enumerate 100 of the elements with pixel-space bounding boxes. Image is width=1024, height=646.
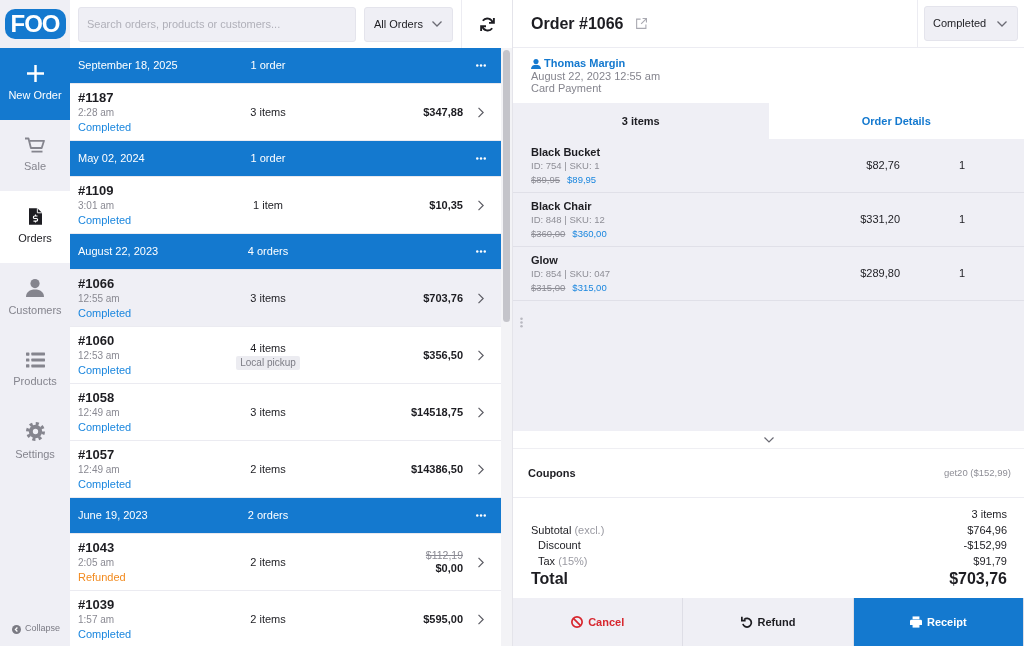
summary-label: Tax xyxy=(538,553,556,569)
order-status: Completed xyxy=(78,306,132,320)
payment-method: Card Payment xyxy=(531,82,602,94)
order-total: $356,50 xyxy=(423,348,463,362)
group-date: August 22, 2023 xyxy=(78,244,160,260)
chevron-right-icon xyxy=(478,349,484,361)
regular-price: $315,00 xyxy=(531,280,566,295)
chevron-right-icon xyxy=(478,613,484,625)
quantity: 1 xyxy=(957,158,967,174)
chevron-right-icon xyxy=(478,463,484,475)
customer-link[interactable]: Thomas Margin xyxy=(544,57,626,70)
order-title: Order #1066 xyxy=(530,13,624,34)
original-total: $112,19 xyxy=(425,549,463,561)
order-row[interactable]: #1039 1:57 am Completed 2 items $595,00 xyxy=(70,591,501,646)
line-total: $82,76 xyxy=(866,158,900,174)
coupons-label: Coupons xyxy=(528,465,576,481)
filter-dropdown[interactable]: All Orders xyxy=(364,6,453,42)
action-button[interactable]: Receipt xyxy=(853,598,1024,646)
order-time: 12:53 am xyxy=(78,349,120,363)
chevron-left-circle-icon xyxy=(12,624,21,634)
item-count: 3 items xyxy=(250,291,286,305)
order-row[interactable]: #1187 2:28 am Completed 3 items $347,88 xyxy=(70,84,501,141)
product-name: Glow xyxy=(531,252,558,267)
summary-note: (excl.) xyxy=(574,522,605,538)
order-time: 12:49 am xyxy=(78,463,120,477)
undo-icon xyxy=(740,616,753,628)
group-date: September 18, 2025 xyxy=(78,58,179,74)
quantity: 1 xyxy=(957,266,967,282)
group-order-count: 2 orders xyxy=(246,508,290,524)
summary-value: $91,79 xyxy=(973,553,1007,569)
chevron-right-icon xyxy=(478,199,484,211)
app-logo: FOO xyxy=(4,9,66,39)
drag-handle-icon[interactable] xyxy=(520,317,523,328)
group-order-count: 1 order xyxy=(249,151,287,167)
order-status: Completed xyxy=(78,363,132,377)
chevron-right-icon xyxy=(478,106,484,118)
cart-icon xyxy=(25,137,45,154)
more-icon[interactable] xyxy=(476,64,486,67)
search-field[interactable]: Search orders, products or customers... xyxy=(78,6,356,42)
printer-icon xyxy=(909,616,922,628)
collapse-button[interactable]: Collapse xyxy=(0,614,70,644)
order-row[interactable]: #1109 3:01 am Completed 1 item $10,35 xyxy=(70,177,501,234)
sidebar-button[interactable]: Orders xyxy=(0,191,70,263)
sidebar-button[interactable]: New Order xyxy=(0,48,70,120)
order-number: #1060 xyxy=(78,333,115,349)
item-count: 3 items xyxy=(250,105,286,119)
order-time: 1:57 am xyxy=(78,613,115,627)
external-link-icon[interactable] xyxy=(635,18,647,29)
order-row[interactable]: #1058 12:49 am Completed 3 items $14518,75 xyxy=(70,384,501,441)
item-count: 1 item xyxy=(253,198,283,212)
refresh-icon[interactable] xyxy=(479,16,495,32)
item-count: 2 items xyxy=(250,612,286,626)
summary-value: -$152,99 xyxy=(963,538,1007,553)
panel-tab[interactable]: 3 items xyxy=(513,103,769,139)
order-total: $14518,75 xyxy=(411,405,463,419)
product-name: Black Bucket xyxy=(531,144,601,159)
product-meta: ID: 754 | SKU: 1 xyxy=(531,158,600,173)
order-time: 2:28 am xyxy=(78,106,115,120)
product-meta: ID: 854 | SKU: 047 xyxy=(531,266,611,281)
order-number: #1043 xyxy=(78,540,115,556)
dollar-document-icon xyxy=(28,208,42,226)
order-total: $10,35 xyxy=(429,198,463,212)
action-button[interactable]: Refund xyxy=(683,598,854,646)
order-row[interactable]: #1066 12:55 am Completed 3 items $703,76 xyxy=(70,270,501,327)
order-row[interactable]: #1043 2:05 am Refunded 2 items $112,19 $0,00 xyxy=(70,534,501,591)
sale-price: $89,95 xyxy=(567,172,597,187)
chevron-down-icon[interactable] xyxy=(763,436,774,443)
status-dropdown[interactable]: Completed xyxy=(924,6,1018,41)
order-status: Completed xyxy=(78,120,132,134)
settings-icon xyxy=(25,421,45,441)
order-row[interactable]: #1060 12:53 am Completed 4 items Local pickup $356,50 xyxy=(70,327,501,384)
order-total: $0,00 xyxy=(435,561,463,575)
order-status: Refunded xyxy=(78,570,126,584)
group-date: June 19, 2023 xyxy=(78,508,149,524)
group-order-count: 4 orders xyxy=(246,244,290,260)
order-number: #1058 xyxy=(78,390,115,406)
more-icon[interactable] xyxy=(476,514,486,517)
scrollbar-thumb[interactable] xyxy=(503,50,510,322)
order-number: #1109 xyxy=(78,183,114,199)
chevron-right-icon xyxy=(478,556,484,568)
order-total: $347,88 xyxy=(423,105,463,119)
group-order-count: 1 order xyxy=(249,58,287,74)
more-icon[interactable] xyxy=(476,157,486,160)
product-meta: ID: 848 | SKU: 12 xyxy=(531,212,605,227)
order-status: Completed xyxy=(78,420,132,434)
summary-note: (15%) xyxy=(558,553,588,569)
regular-price: $89,95 xyxy=(531,172,561,187)
caret-icon xyxy=(997,20,1007,27)
order-number: #1039 xyxy=(78,597,115,613)
action-button[interactable]: Cancel xyxy=(513,598,684,646)
line-total: $331,20 xyxy=(860,212,900,228)
item-count: 4 items xyxy=(250,340,286,355)
order-total: $595,00 xyxy=(423,612,463,626)
sale-price: $315,00 xyxy=(572,280,607,295)
order-number: #1057 xyxy=(78,447,115,463)
order-time: 12:55 am xyxy=(78,292,120,306)
summary-value: $764,96 xyxy=(967,522,1007,538)
delivery-tag: Local pickup xyxy=(236,355,300,370)
more-icon[interactable] xyxy=(476,250,486,253)
order-row[interactable]: #1057 12:49 am Completed 2 items $14386,50 xyxy=(70,441,501,498)
